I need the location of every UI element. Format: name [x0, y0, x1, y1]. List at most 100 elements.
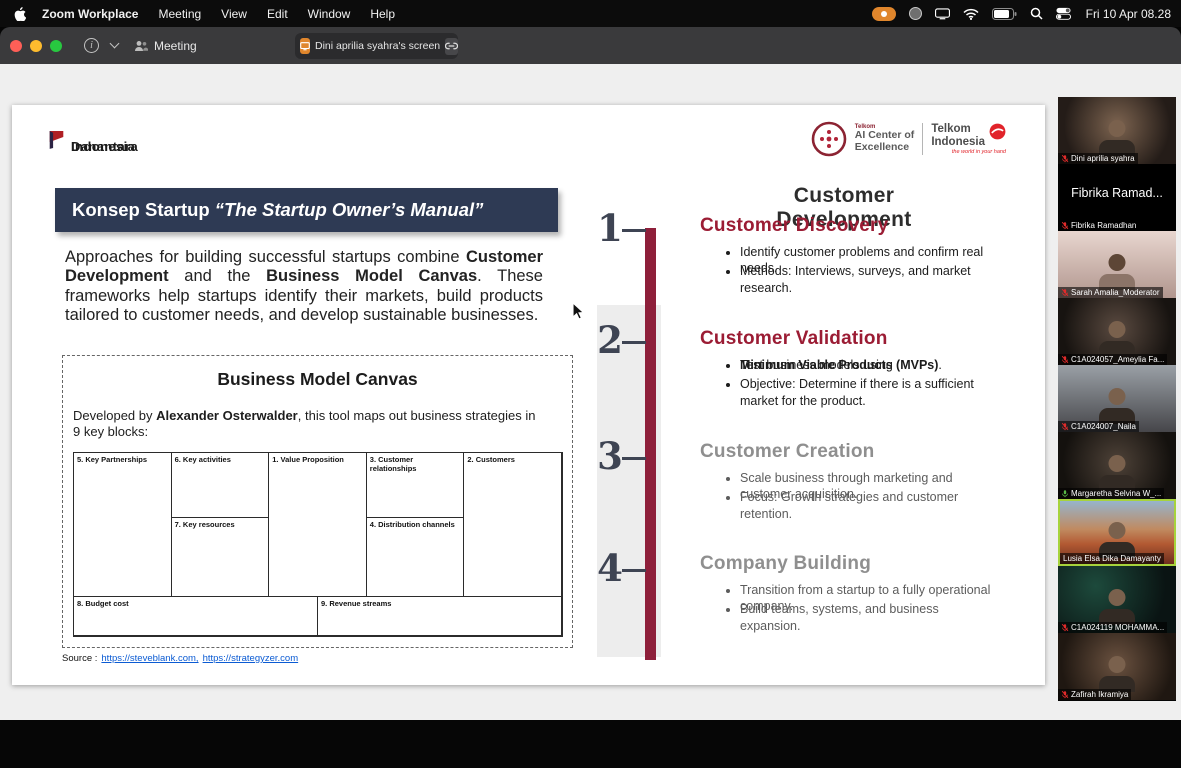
mic-on-icon — [1061, 489, 1069, 498]
telkom-tagline: the world in your hand — [952, 149, 1006, 155]
participant-video-margaretha[interactable]: Margaretha Selvina W_... — [1058, 432, 1176, 499]
step-heading: Company Building — [700, 553, 1002, 575]
intro-bold-bmc: Business Model Canvas — [266, 267, 477, 285]
intro-text: Approaches for building successful start… — [65, 248, 466, 266]
bmc-cell-value-proposition: 1. Value Proposition — [269, 453, 367, 597]
participant-name: Dini aprilia syahra — [1071, 153, 1135, 164]
participant-silhouette — [1097, 455, 1137, 491]
menu-help[interactable]: Help — [370, 7, 395, 21]
step-bullet: Objective: Determine if there is a suffi… — [740, 376, 985, 392]
menubar-status-area: Fri 10 Apr 08.28 — [872, 7, 1171, 21]
menu-meeting[interactable]: Meeting — [158, 7, 201, 21]
source-link-strategyzer[interactable]: https://strategyzer.com — [203, 653, 299, 664]
banner-title: Konsep Startup — [72, 199, 210, 221]
brand-left-line2: Indonesia — [71, 140, 135, 153]
copy-link-icon[interactable] — [445, 38, 458, 55]
window-controls — [10, 40, 62, 52]
fullscreen-window-button[interactable] — [50, 40, 62, 52]
partner-logos: Telkom AI Center of Excellence Telkom In… — [811, 121, 1006, 157]
participant-video-mohamma[interactable]: C1A024119 MOHAMMA... — [1058, 566, 1176, 633]
shared-screen-tab[interactable]: Dini aprilia syahra's screen — [295, 33, 458, 59]
muted-mic-icon — [1061, 623, 1069, 632]
menu-window[interactable]: Window — [308, 7, 351, 21]
step-bullet: Methods: Interviews, surveys, and market… — [740, 263, 985, 279]
participant-video-lusia-active-speaker[interactable]: Lusia Elsa Dika Damayanty — [1058, 499, 1176, 566]
participant-name: C1A024007_Naila — [1071, 421, 1136, 432]
mouse-cursor — [572, 302, 585, 321]
screen-share-icon — [300, 38, 310, 54]
bmc-table: 5. Key Partnerships 6. Key activities 7.… — [73, 452, 563, 637]
muted-mic-icon — [1061, 422, 1069, 431]
meeting-tab-label[interactable]: Meeting — [154, 39, 197, 53]
step-company-building: Company Building Transition from a start… — [700, 553, 1002, 621]
source-label: Source : — [62, 653, 97, 664]
danantara-logo-icon — [48, 129, 65, 150]
participant-video-zafirah[interactable]: Zafirah Ikramiya — [1058, 633, 1176, 700]
control-center-icon[interactable] — [1056, 7, 1071, 20]
step-bullet: Test business models using Minimum Viabl… — [740, 357, 985, 373]
bmc-subtitle-author: Alexander Osterwalder — [156, 408, 298, 423]
participant-video-dini[interactable]: Dini aprilia syahra — [1058, 97, 1176, 164]
bmc-title: Business Model Canvas — [63, 369, 572, 390]
muted-mic-icon — [1061, 154, 1069, 163]
minimize-window-button[interactable] — [30, 40, 42, 52]
intro-text: and the — [169, 267, 266, 285]
menubar-clock[interactable]: Fri 10 Apr 08.28 — [1086, 7, 1171, 21]
menu-view[interactable]: View — [221, 7, 247, 21]
step-bullet: Transition from a startup to a fully ope… — [740, 582, 985, 598]
participant-silhouette — [1097, 388, 1137, 424]
step-bullet: Focus: Growth strategies and customer re… — [740, 489, 985, 505]
participant-video-ameylia[interactable]: C1A024057_Ameylia Fa... — [1058, 298, 1176, 365]
meeting-info-icon[interactable]: i — [84, 38, 99, 53]
meeting-people-icon — [134, 40, 148, 52]
telkom-country: Indonesia — [931, 136, 985, 148]
bmc-cell-revenue-streams: 9. Revenue streams — [318, 597, 562, 636]
app-menu-zoom-workplace[interactable]: Zoom Workplace — [42, 7, 138, 21]
bmc-subtitle-text: Developed by — [73, 408, 156, 423]
shared-screen-tab-label: Dini aprilia syahra's screen — [315, 40, 440, 52]
close-window-button[interactable] — [10, 40, 22, 52]
step-number-4: 4 — [590, 550, 630, 587]
participant-name: C1A024119 MOHAMMA... — [1071, 622, 1164, 633]
source-line: Source : https://steveblank.com, https:/… — [62, 653, 298, 664]
chevron-down-icon[interactable] — [110, 39, 120, 49]
menu-edit[interactable]: Edit — [267, 7, 288, 21]
display-icon[interactable] — [935, 8, 950, 20]
source-link-steveblank[interactable]: https://steveblank.com, — [101, 653, 198, 664]
business-model-canvas-box: Business Model Canvas Developed by Alexa… — [62, 355, 573, 648]
telkom-logo-icon — [989, 123, 1006, 140]
slide-title-banner: Konsep Startup “The Startup Owner’s Manu… — [55, 188, 558, 232]
bmc-cell-customer-relationships: 3. Customer relationships — [367, 453, 465, 518]
focus-status-icon[interactable] — [909, 7, 922, 20]
banner-title-italic: “The Startup Owner’s Manual” — [215, 199, 484, 221]
step-customer-discovery: Customer Discovery Identify customer pro… — [700, 215, 1002, 283]
muted-mic-icon — [1061, 288, 1069, 297]
search-icon[interactable] — [1030, 7, 1043, 20]
participant-silhouette — [1097, 321, 1137, 357]
participant-video-fibrika[interactable]: Fibrika Ramad... Fibrika Ramadhan — [1058, 164, 1176, 231]
recording-indicator[interactable] — [872, 7, 896, 21]
step-number-3: 3 — [590, 438, 630, 475]
step-heading: Customer Discovery — [700, 215, 1002, 237]
step-bullet: Identify customer problems and confirm r… — [740, 244, 985, 260]
telkom-indonesia-logo: Telkom Indonesia the world in your hand — [931, 123, 1006, 154]
bmc-subtitle: Developed by Alexander Osterwalder, this… — [73, 408, 543, 441]
participant-video-naila[interactable]: C1A024007_Naila — [1058, 365, 1176, 432]
battery-icon[interactable] — [992, 8, 1017, 20]
step-customer-creation: Customer Creation Scale business through… — [700, 441, 1002, 509]
apple-menu-icon[interactable] — [14, 7, 26, 21]
intro-paragraph: Approaches for building successful start… — [65, 248, 543, 326]
participant-name: Zafirah Ikramiya — [1071, 689, 1128, 700]
bmc-cell-key-partnerships: 5. Key Partnerships — [74, 453, 172, 597]
participant-name: Fibrika Ramadhan — [1071, 220, 1136, 231]
participant-name: C1A024057_Ameylia Fa... — [1071, 354, 1164, 365]
bottom-black-bar — [0, 720, 1181, 768]
logo-divider — [922, 123, 923, 155]
macos-menubar: Zoom Workplace Meeting View Edit Window … — [0, 0, 1181, 27]
participant-video-sarah[interactable]: Sarah Amalia_Moderator — [1058, 231, 1176, 298]
bmc-cell-distribution-channels: 4. Distribution channels — [367, 518, 465, 597]
timeline-bar — [645, 228, 656, 660]
bmc-cell-customers: 2. Customers — [464, 453, 562, 597]
wifi-icon[interactable] — [963, 8, 979, 20]
step-customer-validation: Customer Validation Test business models… — [700, 328, 1002, 396]
